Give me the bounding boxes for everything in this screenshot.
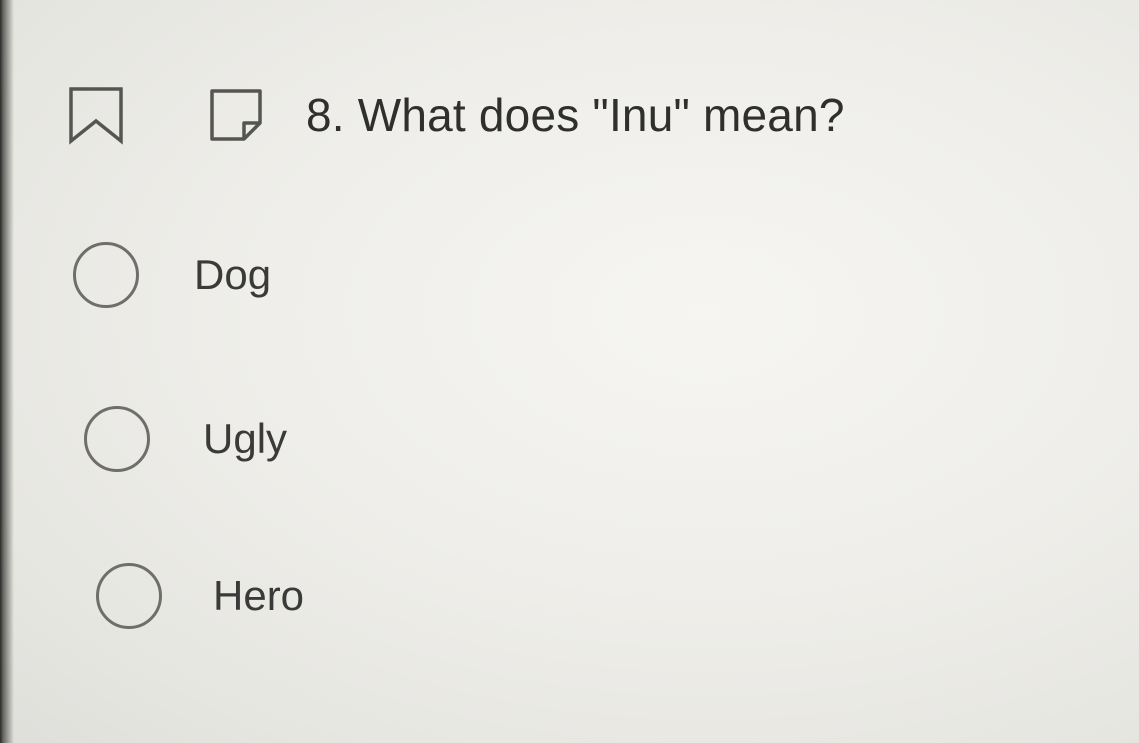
option-label: Ugly [203, 415, 288, 462]
question-text: 8. What does "Inu" mean? [306, 89, 845, 141]
screen-bezel-edge [0, 0, 14, 743]
radio-button[interactable] [73, 242, 139, 308]
radio-button[interactable] [84, 406, 150, 472]
answer-option-dog[interactable]: Dog [73, 242, 271, 308]
bookmark-icon[interactable] [66, 85, 126, 145]
answer-option-hero[interactable]: Hero [96, 563, 304, 629]
radio-button[interactable] [96, 563, 162, 629]
option-label: Hero [213, 572, 305, 619]
note-icon[interactable] [206, 85, 266, 145]
answer-option-ugly[interactable]: Ugly [84, 406, 287, 472]
option-label: Dog [194, 251, 272, 298]
question-header: 8. What does "Inu" mean? [66, 80, 845, 150]
